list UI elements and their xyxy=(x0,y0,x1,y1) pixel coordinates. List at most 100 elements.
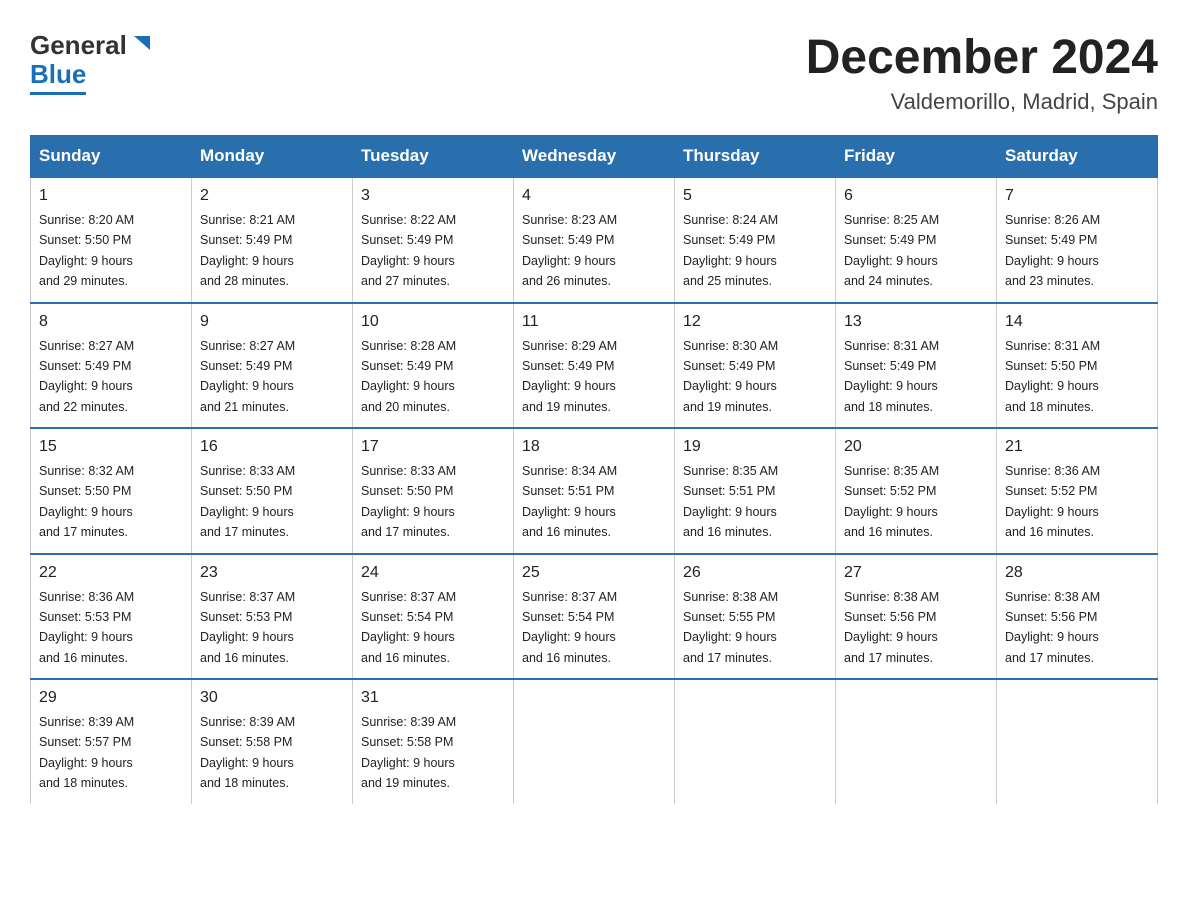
table-row: 17 Sunrise: 8:33 AMSunset: 5:50 PMDaylig… xyxy=(353,428,514,554)
logo-general: General xyxy=(30,30,127,61)
col-wednesday: Wednesday xyxy=(514,136,675,178)
week-row: 15 Sunrise: 8:32 AMSunset: 5:50 PMDaylig… xyxy=(31,428,1158,554)
day-number: 23 xyxy=(200,561,344,585)
day-info: Sunrise: 8:30 AMSunset: 5:49 PMDaylight:… xyxy=(683,339,778,414)
week-row: 29 Sunrise: 8:39 AMSunset: 5:57 PMDaylig… xyxy=(31,679,1158,804)
day-number: 2 xyxy=(200,184,344,208)
month-title: December 2024 xyxy=(806,30,1158,85)
table-row: 12 Sunrise: 8:30 AMSunset: 5:49 PMDaylig… xyxy=(675,303,836,429)
table-row: 6 Sunrise: 8:25 AMSunset: 5:49 PMDayligh… xyxy=(836,177,997,303)
table-row: 29 Sunrise: 8:39 AMSunset: 5:57 PMDaylig… xyxy=(31,679,192,804)
day-number: 26 xyxy=(683,561,827,585)
day-info: Sunrise: 8:32 AMSunset: 5:50 PMDaylight:… xyxy=(39,464,134,539)
col-friday: Friday xyxy=(836,136,997,178)
table-row: 1 Sunrise: 8:20 AMSunset: 5:50 PMDayligh… xyxy=(31,177,192,303)
day-info: Sunrise: 8:25 AMSunset: 5:49 PMDaylight:… xyxy=(844,213,939,288)
day-info: Sunrise: 8:31 AMSunset: 5:49 PMDaylight:… xyxy=(844,339,939,414)
table-row: 2 Sunrise: 8:21 AMSunset: 5:49 PMDayligh… xyxy=(192,177,353,303)
table-row: 10 Sunrise: 8:28 AMSunset: 5:49 PMDaylig… xyxy=(353,303,514,429)
table-row: 4 Sunrise: 8:23 AMSunset: 5:49 PMDayligh… xyxy=(514,177,675,303)
day-number: 31 xyxy=(361,686,505,710)
day-number: 7 xyxy=(1005,184,1149,208)
table-row: 26 Sunrise: 8:38 AMSunset: 5:55 PMDaylig… xyxy=(675,554,836,680)
day-info: Sunrise: 8:22 AMSunset: 5:49 PMDaylight:… xyxy=(361,213,456,288)
day-number: 9 xyxy=(200,310,344,334)
day-number: 27 xyxy=(844,561,988,585)
table-row: 16 Sunrise: 8:33 AMSunset: 5:50 PMDaylig… xyxy=(192,428,353,554)
table-row: 20 Sunrise: 8:35 AMSunset: 5:52 PMDaylig… xyxy=(836,428,997,554)
days-of-week-row: Sunday Monday Tuesday Wednesday Thursday… xyxy=(31,136,1158,178)
day-info: Sunrise: 8:27 AMSunset: 5:49 PMDaylight:… xyxy=(39,339,134,414)
table-row: 28 Sunrise: 8:38 AMSunset: 5:56 PMDaylig… xyxy=(997,554,1158,680)
table-row xyxy=(514,679,675,804)
day-info: Sunrise: 8:37 AMSunset: 5:54 PMDaylight:… xyxy=(522,590,617,665)
day-number: 15 xyxy=(39,435,183,459)
day-info: Sunrise: 8:37 AMSunset: 5:54 PMDaylight:… xyxy=(361,590,456,665)
table-row: 23 Sunrise: 8:37 AMSunset: 5:53 PMDaylig… xyxy=(192,554,353,680)
page-header: General Blue December 2024 Valdemorillo,… xyxy=(30,30,1158,115)
day-number: 8 xyxy=(39,310,183,334)
day-number: 24 xyxy=(361,561,505,585)
table-row xyxy=(675,679,836,804)
day-info: Sunrise: 8:34 AMSunset: 5:51 PMDaylight:… xyxy=(522,464,617,539)
title-block: December 2024 Valdemorillo, Madrid, Spai… xyxy=(806,30,1158,115)
day-number: 17 xyxy=(361,435,505,459)
day-info: Sunrise: 8:39 AMSunset: 5:58 PMDaylight:… xyxy=(200,715,295,790)
table-row: 30 Sunrise: 8:39 AMSunset: 5:58 PMDaylig… xyxy=(192,679,353,804)
col-monday: Monday xyxy=(192,136,353,178)
day-number: 11 xyxy=(522,310,666,334)
day-info: Sunrise: 8:35 AMSunset: 5:51 PMDaylight:… xyxy=(683,464,778,539)
location-title: Valdemorillo, Madrid, Spain xyxy=(806,89,1158,115)
day-number: 19 xyxy=(683,435,827,459)
table-row: 31 Sunrise: 8:39 AMSunset: 5:58 PMDaylig… xyxy=(353,679,514,804)
table-row: 15 Sunrise: 8:32 AMSunset: 5:50 PMDaylig… xyxy=(31,428,192,554)
day-number: 20 xyxy=(844,435,988,459)
table-row: 8 Sunrise: 8:27 AMSunset: 5:49 PMDayligh… xyxy=(31,303,192,429)
logo-triangle-icon xyxy=(130,32,152,59)
day-info: Sunrise: 8:38 AMSunset: 5:55 PMDaylight:… xyxy=(683,590,778,665)
table-row: 21 Sunrise: 8:36 AMSunset: 5:52 PMDaylig… xyxy=(997,428,1158,554)
day-info: Sunrise: 8:20 AMSunset: 5:50 PMDaylight:… xyxy=(39,213,134,288)
day-number: 25 xyxy=(522,561,666,585)
week-row: 22 Sunrise: 8:36 AMSunset: 5:53 PMDaylig… xyxy=(31,554,1158,680)
col-sunday: Sunday xyxy=(31,136,192,178)
day-number: 5 xyxy=(683,184,827,208)
day-number: 10 xyxy=(361,310,505,334)
week-row: 8 Sunrise: 8:27 AMSunset: 5:49 PMDayligh… xyxy=(31,303,1158,429)
day-number: 28 xyxy=(1005,561,1149,585)
day-number: 1 xyxy=(39,184,183,208)
calendar-table: Sunday Monday Tuesday Wednesday Thursday… xyxy=(30,135,1158,804)
day-info: Sunrise: 8:38 AMSunset: 5:56 PMDaylight:… xyxy=(844,590,939,665)
day-number: 13 xyxy=(844,310,988,334)
table-row: 3 Sunrise: 8:22 AMSunset: 5:49 PMDayligh… xyxy=(353,177,514,303)
col-saturday: Saturday xyxy=(997,136,1158,178)
day-info: Sunrise: 8:23 AMSunset: 5:49 PMDaylight:… xyxy=(522,213,617,288)
table-row xyxy=(997,679,1158,804)
day-info: Sunrise: 8:27 AMSunset: 5:49 PMDaylight:… xyxy=(200,339,295,414)
table-row: 9 Sunrise: 8:27 AMSunset: 5:49 PMDayligh… xyxy=(192,303,353,429)
table-row: 24 Sunrise: 8:37 AMSunset: 5:54 PMDaylig… xyxy=(353,554,514,680)
day-number: 29 xyxy=(39,686,183,710)
table-row: 11 Sunrise: 8:29 AMSunset: 5:49 PMDaylig… xyxy=(514,303,675,429)
day-info: Sunrise: 8:39 AMSunset: 5:57 PMDaylight:… xyxy=(39,715,134,790)
day-info: Sunrise: 8:33 AMSunset: 5:50 PMDaylight:… xyxy=(361,464,456,539)
day-info: Sunrise: 8:35 AMSunset: 5:52 PMDaylight:… xyxy=(844,464,939,539)
day-info: Sunrise: 8:28 AMSunset: 5:49 PMDaylight:… xyxy=(361,339,456,414)
day-info: Sunrise: 8:24 AMSunset: 5:49 PMDaylight:… xyxy=(683,213,778,288)
logo: General Blue xyxy=(30,30,152,95)
day-info: Sunrise: 8:29 AMSunset: 5:49 PMDaylight:… xyxy=(522,339,617,414)
table-row: 13 Sunrise: 8:31 AMSunset: 5:49 PMDaylig… xyxy=(836,303,997,429)
table-row: 7 Sunrise: 8:26 AMSunset: 5:49 PMDayligh… xyxy=(997,177,1158,303)
day-number: 22 xyxy=(39,561,183,585)
week-row: 1 Sunrise: 8:20 AMSunset: 5:50 PMDayligh… xyxy=(31,177,1158,303)
day-info: Sunrise: 8:21 AMSunset: 5:49 PMDaylight:… xyxy=(200,213,295,288)
day-info: Sunrise: 8:38 AMSunset: 5:56 PMDaylight:… xyxy=(1005,590,1100,665)
table-row: 19 Sunrise: 8:35 AMSunset: 5:51 PMDaylig… xyxy=(675,428,836,554)
table-row: 25 Sunrise: 8:37 AMSunset: 5:54 PMDaylig… xyxy=(514,554,675,680)
table-row: 22 Sunrise: 8:36 AMSunset: 5:53 PMDaylig… xyxy=(31,554,192,680)
day-info: Sunrise: 8:37 AMSunset: 5:53 PMDaylight:… xyxy=(200,590,295,665)
day-number: 12 xyxy=(683,310,827,334)
day-number: 14 xyxy=(1005,310,1149,334)
day-number: 4 xyxy=(522,184,666,208)
day-number: 3 xyxy=(361,184,505,208)
